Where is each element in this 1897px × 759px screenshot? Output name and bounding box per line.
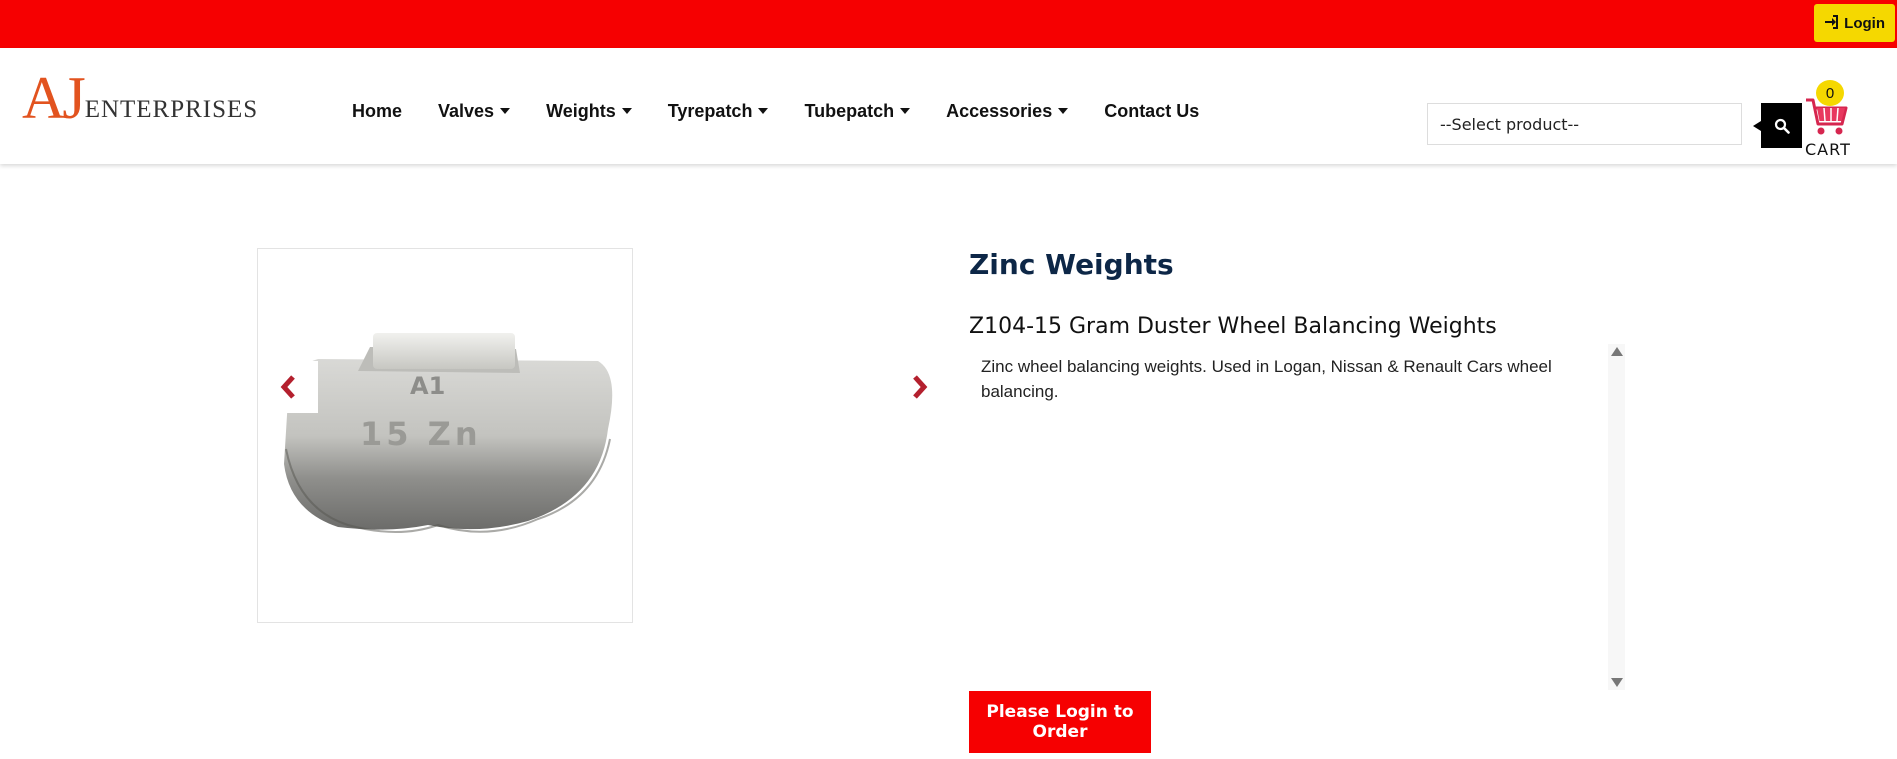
nav-label: Contact Us [1104,100,1200,121]
nav-label: Home [352,100,403,121]
chevron-left-icon [280,375,295,399]
caret-down-icon [1058,108,1069,114]
logo-word: ENTERPRISES [84,96,259,123]
product-description: Zinc wheel balancing weights. Used in Lo… [981,357,1552,401]
logo-initials: AJ [22,65,86,131]
cart-button[interactable]: 0 CART [1800,80,1854,159]
weight-mark-bottom: 15 Zn [360,415,482,453]
login-label: Login [1844,14,1885,32]
nav-item-accessories[interactable]: Accessories [928,96,1086,126]
nav-label: Weights [546,100,616,121]
nav-item-tyrepatch[interactable]: Tyrepatch [650,96,787,126]
top-bar: Login [0,0,1897,48]
nav-label: Valves [438,100,495,121]
login-to-order-button[interactable]: Please Login to Order [969,691,1151,753]
chevron-right-icon [913,375,928,399]
product-description-box: Zinc wheel balancing weights. Used in Lo… [969,344,1625,690]
nav-item-home[interactable]: Home [334,96,420,126]
caret-down-icon [500,108,511,114]
nav-item-weights[interactable]: Weights [528,96,650,126]
category-title: Zinc Weights [969,248,1174,281]
main-nav: Home Valves Weights Tyrepatch Tubepatch … [334,96,1217,126]
login-button[interactable]: Login [1814,4,1895,42]
nav-label: Tyrepatch [667,100,753,121]
caret-down-icon [621,108,632,114]
search-icon [1774,118,1790,134]
site-logo[interactable]: AJ ENTERPRISES [22,65,259,131]
carousel-prev-button[interactable] [258,361,318,413]
scroll-up-icon[interactable] [1611,347,1623,356]
scroll-down-icon[interactable] [1611,678,1623,687]
nav-label: Tubepatch [804,100,895,121]
nav-item-contact-us[interactable]: Contact Us [1086,96,1217,126]
description-scrollbar[interactable] [1608,344,1625,690]
cart-count-badge: 0 [1816,80,1844,106]
caret-down-icon [900,108,911,114]
nav-label: Accessories [946,100,1053,121]
sign-in-icon [1824,14,1839,32]
nav-item-tubepatch[interactable]: Tubepatch [786,96,928,126]
search-button[interactable] [1753,103,1802,148]
cart-label: CART [1805,140,1851,159]
product-select[interactable]: --Select product-- [1427,103,1742,145]
nav-item-valves[interactable]: Valves [420,96,528,126]
product-select-value: --Select product-- [1440,114,1580,134]
caret-down-icon [758,108,769,114]
weight-mark-top: A1 [410,372,446,400]
carousel-next-button[interactable] [900,366,940,408]
product-title: Z104-15 Gram Duster Wheel Balancing Weig… [969,314,1497,339]
